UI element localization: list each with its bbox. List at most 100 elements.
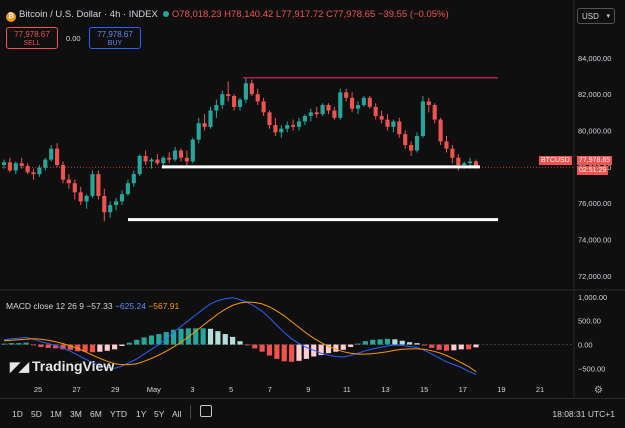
candle-body — [19, 163, 24, 166]
candle-body — [273, 125, 278, 133]
price-axis-tick: 80,000.00 — [578, 127, 611, 136]
candle-body — [114, 201, 119, 206]
macd-histogram-bar — [274, 344, 280, 359]
candle-body — [125, 183, 130, 195]
macd-signal-value: −567.91 — [148, 301, 180, 311]
candle-body — [161, 157, 166, 164]
candle-body — [49, 148, 54, 160]
candle-body — [255, 94, 260, 102]
candle-body — [279, 128, 284, 133]
macd-histogram-bar — [458, 344, 464, 350]
tradingview-logo[interactable]: ◤◢ TradingView — [10, 358, 114, 375]
settings-gear-icon[interactable]: ⚙ — [594, 385, 603, 396]
macd-header[interactable]: MACD close 12 26 9 −57.33 −625.24 −567.9… — [6, 301, 179, 311]
macd-histogram-bar — [414, 343, 420, 345]
timeframe-5d[interactable]: 5D — [31, 409, 42, 419]
clock-display[interactable]: 18:08:31 UTC+1 — [552, 409, 615, 419]
macd-histogram-bar — [89, 344, 96, 353]
price-tag-countdown: 02:51:29 — [577, 166, 609, 175]
macd-histogram-value: −57.33 — [86, 301, 113, 311]
macd-label: MACD close 12 26 9 — [6, 301, 84, 311]
macd-histogram-bar — [207, 328, 214, 345]
macd-histogram-bar — [289, 344, 295, 362]
candle-body — [226, 94, 231, 96]
candle-body — [409, 145, 414, 151]
time-axis-tick: 27 — [72, 385, 80, 394]
currency-selector[interactable]: USD ▾ — [577, 8, 615, 24]
candle-body — [72, 183, 77, 193]
candle-body — [149, 159, 154, 162]
candle-body — [367, 97, 372, 107]
candle-body — [444, 141, 449, 149]
timeframe-6m[interactable]: 6M — [90, 409, 102, 419]
candle-body — [220, 94, 225, 106]
buy-price: 77,978.67 — [97, 30, 133, 39]
time-axis-tick: 21 — [536, 385, 544, 394]
ohlc-high: H78,140.42 — [224, 9, 274, 20]
macd-histogram-bar — [200, 328, 206, 345]
candle-body — [438, 119, 443, 142]
symbol-header[interactable]: ₿ Bitcoin / U.S. Dollar · 4h · INDEX O78,0… — [6, 9, 449, 22]
candle-body — [55, 148, 60, 166]
chevron-down-icon: ▾ — [606, 13, 610, 20]
candle-body — [196, 123, 201, 140]
timeframe-3m[interactable]: 3M — [70, 409, 82, 419]
macd-histogram-bar — [112, 344, 118, 350]
timeframe-all[interactable]: All — [172, 409, 181, 419]
candle-body — [397, 121, 402, 135]
candle-body — [344, 92, 349, 98]
macd-histogram-bar — [399, 340, 405, 345]
candle-body — [137, 155, 142, 175]
candle-body — [308, 112, 313, 116]
buy-label: BUY — [107, 40, 123, 47]
buy-button[interactable]: 77,978.67 BUY — [89, 27, 141, 49]
timeframe-1d[interactable]: 1D — [12, 409, 23, 419]
candle-body — [468, 161, 473, 164]
candle-body — [420, 101, 425, 136]
tradingview-logo-icon: ◤◢ — [10, 359, 29, 374]
calendar-icon[interactable] — [200, 405, 212, 417]
price-tag-value: 77,978.65 — [577, 156, 613, 165]
candle-body — [302, 115, 307, 122]
macd-histogram-bar — [451, 344, 457, 351]
macd-histogram-bar — [1, 343, 7, 345]
price-axis-tick: 82,000.00 — [578, 90, 611, 99]
bottom-toolbar: 1D 5D 1M 3M 6M YTD 1Y 5Y All 18:08:31 UTC+1 — [0, 398, 625, 428]
candle-body — [167, 157, 172, 160]
candle-body — [243, 83, 248, 100]
timeframe-ytd[interactable]: YTD — [110, 409, 127, 419]
ohlc-open: O78,018.23 — [171, 9, 222, 20]
timeframe-5y[interactable]: 5Y — [154, 409, 164, 419]
candle-body — [108, 205, 113, 213]
candle-body — [90, 174, 95, 196]
time-axis-tick: 19 — [497, 385, 505, 394]
macd-histogram-bar — [429, 344, 435, 348]
time-axis-tick: 15 — [420, 385, 428, 394]
timeframe-1y[interactable]: 1Y — [136, 409, 146, 419]
time-axis-tick: 7 — [268, 385, 272, 394]
macd-histogram-bar — [348, 344, 354, 347]
price-axis-tick: 72,000.00 — [578, 272, 611, 281]
candle-body — [350, 97, 355, 109]
spread-value: 0.00 — [66, 34, 81, 43]
ohlc-low: L77,917.72 — [275, 9, 324, 20]
macd-histogram-bar — [340, 344, 346, 350]
candle-body — [338, 92, 343, 118]
candle-body — [173, 150, 178, 160]
candle-body — [432, 105, 437, 120]
sell-button[interactable]: 77,978.67 SELL — [6, 27, 58, 49]
macd-histogram-bar — [384, 338, 391, 345]
macd-histogram-bar — [45, 344, 51, 348]
candle-body — [131, 174, 136, 184]
macd-axis-tick: 500.00 — [578, 317, 601, 326]
macd-histogram-bar — [230, 336, 236, 345]
timeframe-1m[interactable]: 1M — [50, 409, 62, 419]
candle-body — [379, 115, 384, 120]
candle-body — [43, 159, 48, 168]
macd-histogram-bar — [244, 344, 250, 346]
toolbar-divider — [190, 405, 191, 419]
candle-body — [373, 106, 378, 116]
price-axis-tick: 84,000.00 — [578, 54, 611, 63]
time-axis-tick: 13 — [381, 385, 389, 394]
macd-histogram-bar — [259, 344, 265, 352]
